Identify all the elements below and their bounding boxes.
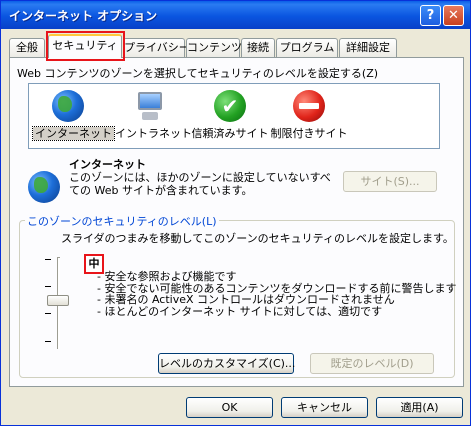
level-detail-item: - ほとんどのインターネット サイトに対しては、適切です: [97, 304, 383, 318]
window-title: インターネット オプション: [9, 9, 158, 23]
tab-general[interactable]: 全般: [9, 38, 45, 57]
tab-privacy[interactable]: プライバシー: [123, 38, 190, 57]
sites-button[interactable]: サイト(S)...: [343, 171, 437, 192]
tab-highlight-box: [46, 31, 125, 61]
slider-hint: スライダのつまみを移動してこのゾーンのセキュリティのレベルを設定します。: [61, 232, 454, 245]
zone-label: 信頼済みサイト: [191, 127, 269, 140]
checkmark-icon: ✔: [214, 90, 246, 122]
zone-label: イントラネット: [115, 127, 192, 140]
security-level-title: このゾーンのセキュリティのレベル(L): [25, 213, 219, 229]
slider-tick: [45, 313, 51, 314]
tab-connections[interactable]: 接続: [241, 38, 275, 57]
zone-internet[interactable]: インターネット: [32, 90, 115, 141]
ok-button[interactable]: OK: [186, 397, 273, 418]
zone-intranet[interactable]: イントラネット: [113, 90, 192, 141]
level-detail-item: - 未署名の ActiveX コントロールはダウンロードされません: [97, 293, 395, 306]
close-button[interactable]: ✕: [443, 5, 464, 26]
default-level-button[interactable]: 既定のレベル(D): [310, 353, 434, 374]
cancel-button[interactable]: キャンセル: [281, 397, 368, 418]
tab-content[interactable]: コンテンツ: [186, 38, 242, 57]
slider-tick: [45, 341, 51, 342]
tab-programs[interactable]: プログラム: [276, 38, 338, 57]
zone-restricted-sites[interactable]: 制限付きサイト: [261, 90, 357, 141]
selected-zone-description: このゾーンには、ほかのゾーンに設定していないすべての Web サイトが含まれてい…: [69, 171, 331, 197]
selected-zone-name: インターネット: [69, 158, 146, 171]
zones-label: Web コンテンツのゾーンを選択してセキュリティのレベルを設定する(Z): [17, 67, 379, 80]
apply-button[interactable]: 適用(A): [376, 397, 463, 418]
help-button[interactable]: ?: [420, 5, 441, 26]
custom-level-button[interactable]: レベルのカスタマイズ(C)...: [158, 353, 295, 374]
computer-icon: [134, 90, 166, 122]
globe-icon: [52, 90, 84, 122]
tab-advanced[interactable]: 詳細設定: [339, 38, 397, 57]
slider-thumb[interactable]: [47, 295, 69, 306]
zone-label: 制限付きサイト: [270, 127, 348, 140]
slider-tick: [45, 286, 51, 287]
internet-options-dialog: インターネット オプション ? ✕ 全般 セキュリティ プライバシー コンテンツ…: [0, 0, 471, 426]
security-level-details: - 安全な参照および機能です - 安全でない可能性のあるコンテンツをダウンロード…: [97, 271, 456, 317]
title-bar[interactable]: インターネット オプション ? ✕: [1, 1, 470, 29]
selected-zone-globe-icon: [28, 171, 60, 203]
zone-list[interactable]: インターネット イントラネット ✔ 信頼済みサイト 制限付きサイト: [28, 83, 440, 149]
security-level-slider[interactable]: [41, 253, 75, 353]
no-entry-icon: [293, 90, 325, 122]
zone-label: インターネット: [32, 126, 115, 141]
level-detail-item: - 安全な参照および機能です: [97, 270, 237, 283]
slider-tick: [45, 259, 51, 260]
